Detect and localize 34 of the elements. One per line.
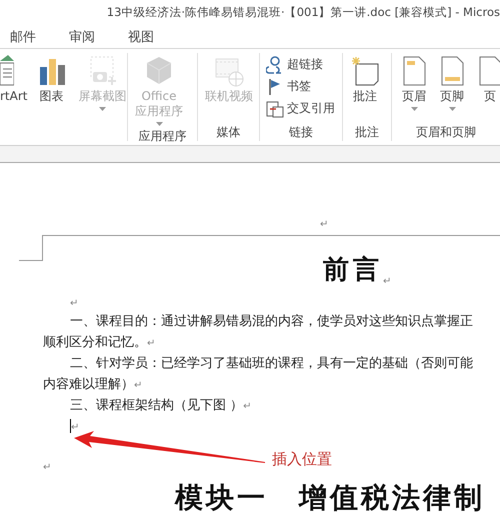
ribbon-button[interactable]: 交叉引用 (266, 99, 335, 118)
ribbon-button[interactable]: rtArt (0, 55, 28, 104)
paragraph-text: 内容难以理解） (43, 377, 134, 392)
menu-tab[interactable]: 邮件 (4, 28, 49, 46)
group-label: 链接 (288, 124, 314, 141)
paragraph-text: 二、针对学员：已经学习了基础班的课程，具有一定的基础（否则可能 (70, 356, 473, 371)
group-label: 媒体 (216, 124, 242, 141)
ribbon-button[interactable]: 批注 (347, 55, 383, 104)
paragraph-mark: ↵ (134, 380, 142, 391)
paragraph-mark: ↵ (71, 422, 80, 433)
ribbon-button[interactable]: 页眉 (396, 55, 432, 112)
group-label: 应用程序 (138, 128, 188, 145)
annotation-label: 插入位置 (272, 450, 332, 469)
paragraph-text: 三、课程框架结构（见下图 ） (70, 398, 244, 413)
ribbon-button[interactable]: 超链接 (266, 55, 323, 74)
window-title: 13中级经济法·陈伟峰易错易混班·【001】第一讲.doc [兼容模式] - Micros (106, 5, 500, 20)
ribbon-button[interactable]: 页 (472, 55, 500, 104)
paragraph-text: 一、课程目的：通过讲解易错易混的内容，使学员对这些知识点掌握正 (70, 314, 473, 329)
group-label: 批注 (354, 124, 380, 141)
paragraph-mark: ↵ (243, 401, 252, 412)
paragraph-mark: ↵ (43, 462, 52, 473)
menu-tab[interactable]: 视图 (122, 28, 167, 46)
group-label: 页眉和页脚 (415, 124, 477, 141)
ribbon-button[interactable]: 图表 (34, 55, 70, 104)
paragraph-mark: ↵ (147, 338, 156, 349)
ribbon-button[interactable]: 书签 (266, 77, 311, 96)
paragraph-mark: ↵ (383, 276, 392, 287)
paragraph-mark: ↵ (70, 298, 78, 309)
section-heading: 模块一 增值税法律制 (174, 480, 486, 515)
ribbon-button[interactable]: 页脚 (434, 55, 470, 112)
document-title: 前言 (323, 254, 383, 287)
paragraph-mark: ↵ (320, 219, 328, 230)
menu-tab[interactable]: 审阅 (63, 28, 108, 46)
paragraph-text: 顺利区分和记忆。 (43, 335, 147, 350)
